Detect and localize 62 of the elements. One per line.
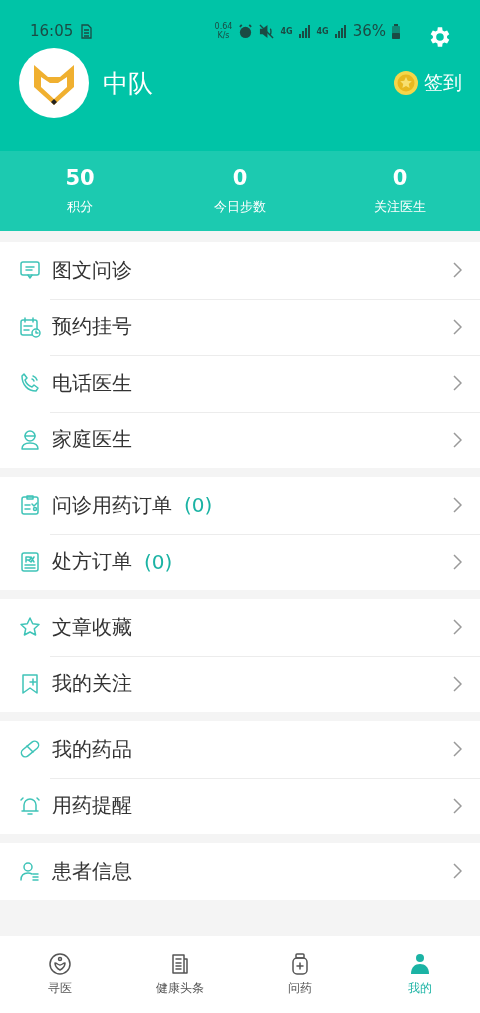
- menu-label: 患者信息: [52, 857, 132, 885]
- chevron-right-icon: [453, 497, 462, 514]
- menu-label: 预约挂号: [52, 313, 132, 341]
- menu-item[interactable]: 处方订单 (0): [0, 533, 480, 590]
- menu-item[interactable]: 预约挂号: [0, 298, 480, 355]
- chevron-right-icon: [453, 619, 462, 636]
- notification-icon: [79, 23, 94, 39]
- menu-item[interactable]: 用药提醒: [0, 777, 480, 834]
- menu-item[interactable]: 电话医生: [0, 355, 480, 412]
- menu-item[interactable]: 文章收藏: [0, 599, 480, 656]
- menu-item[interactable]: 患者信息: [0, 843, 480, 900]
- network-type: 4G: [280, 26, 293, 36]
- net-speed: 0.64: [214, 22, 233, 31]
- mute-icon: [259, 23, 275, 39]
- menu-label: 电话医生: [52, 369, 132, 397]
- clipboard-icon: [18, 493, 42, 518]
- stat-label: 今日步数: [214, 198, 266, 216]
- chevron-right-icon: [453, 375, 462, 392]
- network-type: 4G: [316, 26, 329, 36]
- signal-icon: [298, 24, 311, 38]
- nav-tab[interactable]: 寻医: [0, 936, 120, 1013]
- chevron-right-icon: [453, 318, 462, 335]
- menu-item[interactable]: 家庭医生: [0, 411, 480, 468]
- heart-circle-icon: [48, 952, 72, 976]
- status-time: 16:05: [30, 22, 74, 40]
- user-name: 中队: [103, 67, 154, 100]
- battery-icon: [392, 23, 400, 39]
- menu-item[interactable]: 我的药品: [0, 721, 480, 778]
- chevron-right-icon: [453, 553, 462, 570]
- menu-label: 问诊用药订单: [52, 491, 172, 519]
- menu-label: 我的药品: [52, 735, 132, 763]
- stat-label: 关注医生: [374, 198, 426, 216]
- menu-label: 图文问诊: [52, 256, 132, 284]
- person-list-icon: [18, 859, 42, 884]
- chevron-right-icon: [453, 863, 462, 880]
- menu-label: 我的关注: [52, 670, 132, 698]
- nav-tab[interactable]: 健康头条: [120, 936, 240, 1013]
- menu-item[interactable]: 图文问诊: [0, 242, 480, 299]
- chevron-right-icon: [453, 431, 462, 448]
- calendar-icon: [18, 314, 42, 339]
- alarm-icon: [238, 23, 254, 39]
- chevron-right-icon: [453, 262, 462, 279]
- order-count: (0): [184, 493, 213, 518]
- menu-label: 处方订单: [52, 548, 132, 576]
- doctor-icon: [18, 427, 42, 452]
- coin-icon: [394, 71, 418, 95]
- menu-label: 文章收藏: [52, 613, 132, 641]
- net-speed-unit: K/s: [217, 31, 230, 40]
- menu-label: 家庭医生: [52, 426, 132, 454]
- menu-item[interactable]: 问诊用药订单 (0): [0, 477, 480, 534]
- order-count: (0): [144, 549, 173, 574]
- menu-item[interactable]: 我的关注: [0, 655, 480, 712]
- stat-label: 积分: [67, 198, 93, 216]
- battery-level: 36%: [352, 22, 386, 40]
- person-icon: [408, 952, 432, 976]
- menu-label: 用药提醒: [52, 792, 132, 820]
- chevron-right-icon: [453, 675, 462, 692]
- signal-icon: [334, 24, 347, 38]
- chevron-right-icon: [453, 797, 462, 814]
- nav-tab[interactable]: 问药: [240, 936, 360, 1013]
- chevron-right-icon: [453, 741, 462, 758]
- prescription-icon: [18, 549, 42, 574]
